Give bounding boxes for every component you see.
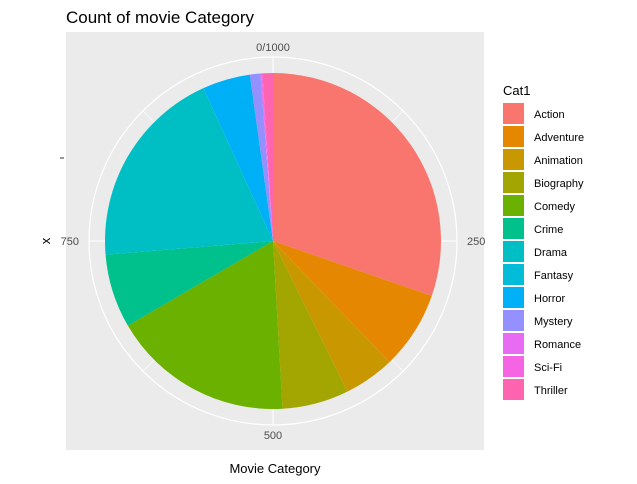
theta-tick-label-1: 250: [467, 236, 485, 248]
theta-tick-label-2: 500: [264, 430, 282, 442]
legend-key-3: [503, 172, 524, 193]
legend-key-7: [503, 264, 524, 285]
pie-chart: Count of movie Category 0/1000250500750 …: [38, 8, 584, 476]
chart-title: Count of movie Category: [66, 8, 255, 27]
legend-key-9: [503, 310, 524, 331]
legend: Action Adventure Animation Biography Comedy C…: [503, 103, 584, 400]
slice-layer: [105, 73, 441, 409]
legend-key-6: [503, 241, 524, 262]
legend-label-2: Animation: [534, 155, 583, 167]
legend-label-4: Comedy: [534, 201, 575, 213]
legend-label-1: Adventure: [534, 132, 584, 144]
legend-key-0: [503, 103, 524, 124]
theta-tick-label-0: 0/1000: [256, 42, 290, 54]
legend-key-1: [503, 126, 524, 147]
legend-key-12: [503, 379, 524, 400]
theta-tick-label-3: 750: [61, 236, 79, 248]
legend-label-7: Fantasy: [534, 270, 574, 282]
x-axis-title: Movie Category: [229, 461, 321, 476]
legend-key-8: [503, 287, 524, 308]
legend-key-10: [503, 333, 524, 354]
legend-label-6: Drama: [534, 247, 568, 259]
legend-key-5: [503, 218, 524, 239]
legend-key-2: [503, 149, 524, 170]
legend-label-12: Thriller: [534, 385, 568, 397]
y-axis-title: x: [38, 237, 53, 244]
legend-title: Cat1: [503, 83, 530, 98]
legend-label-0: Action: [534, 109, 565, 121]
legend-label-9: Mystery: [534, 316, 573, 328]
legend-label-10: Romance: [534, 339, 581, 351]
legend-key-4: [503, 195, 524, 216]
legend-label-5: Crime: [534, 224, 563, 236]
legend-label-11: Sci-Fi: [534, 362, 562, 374]
legend-label-8: Horror: [534, 293, 566, 305]
legend-key-11: [503, 356, 524, 377]
legend-label-3: Biography: [534, 178, 584, 190]
